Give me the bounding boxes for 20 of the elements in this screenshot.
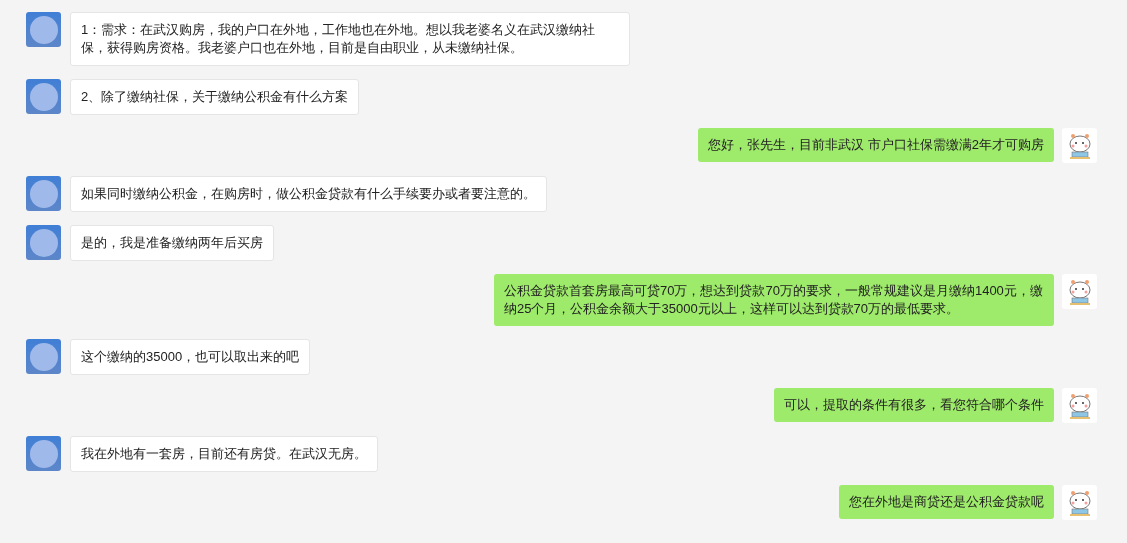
- avatar-placeholder: [26, 176, 61, 211]
- message-bubble: 可以，提取的条件有很多，看您符合哪个条件: [774, 388, 1054, 422]
- avatar-placeholder: [26, 436, 61, 471]
- message-bubble: 公积金贷款首套房最高可贷70万，想达到贷款70万的要求，一般常规建议是月缴纳1400元，缴纳25个月，公积金余额大于35000元以上，这样可以达到贷款70万的最低要求。: [494, 274, 1054, 326]
- avatar-placeholder: [26, 339, 61, 374]
- message-bubble: 我在外地有一套房，目前还有房贷。在武汉无房。: [70, 436, 378, 472]
- cartoon-avatar: [1062, 128, 1097, 163]
- avatar-placeholder: [26, 12, 61, 47]
- avatar-placeholder: [26, 225, 61, 260]
- cartoon-avatar: [1062, 274, 1097, 309]
- message-bubble: 如果同时缴纳公积金，在购房时，做公积金贷款有什么手续要办或者要注意的。: [70, 176, 547, 212]
- message-bubble: 您好，张先生，目前非武汉 市户口社保需缴满2年才可购房: [698, 128, 1054, 162]
- cartoon-avatar: [1062, 485, 1097, 520]
- message-bubble: 这个缴纳的35000，也可以取出来的吧: [70, 339, 311, 375]
- message-bubble: 1：需求：在武汉购房，我的户口在外地，工作地也在外地。想以我老婆名义在武汉缴纳社保，获得购房资格。我老婆户口也在外地，目前是自由职业，从未缴纳社保。: [70, 12, 630, 66]
- message-bubble: 2、除了缴纳社保，关于缴纳公积金有什么方案: [70, 79, 360, 115]
- message-bubble: 是的，我是准备缴纳两年后买房: [70, 225, 274, 261]
- avatar-placeholder: [26, 79, 61, 114]
- cartoon-avatar: [1062, 388, 1097, 423]
- message-bubble: 您在外地是商贷还是公积金贷款呢: [839, 485, 1054, 519]
